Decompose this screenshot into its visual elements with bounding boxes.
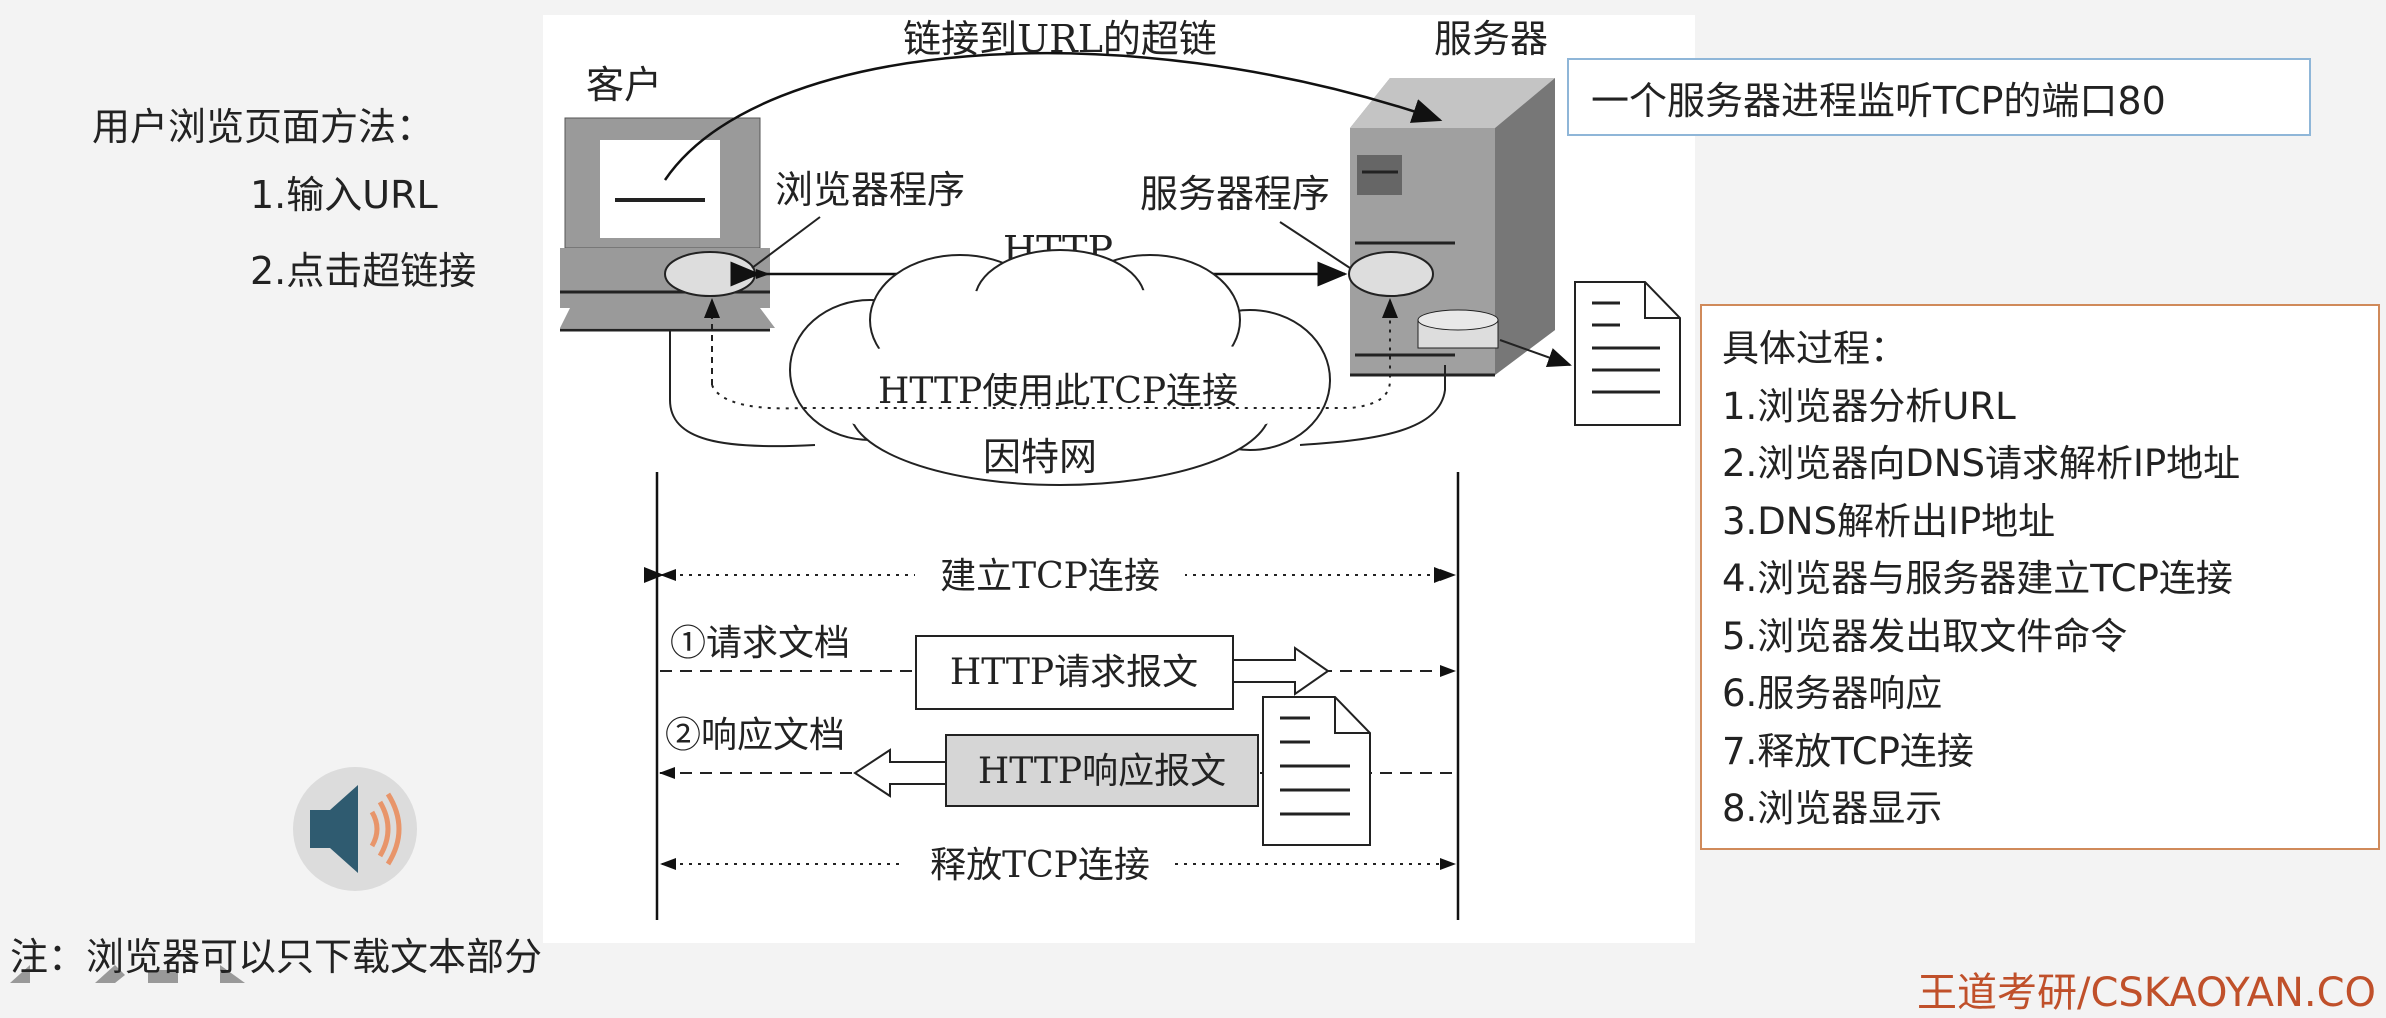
process-step: 8.浏览器显示: [1722, 787, 1943, 830]
server-label: 服务器: [1434, 17, 1548, 61]
release-tcp-label: 释放TCP连接: [930, 845, 1150, 886]
process-step: 5.浏览器发出取文件命令: [1722, 614, 2128, 658]
server-note-box: 一个服务器进程监听TCP的端口80: [1567, 58, 2311, 136]
server-note-text: 一个服务器进程监听TCP的端口80: [1591, 78, 2166, 123]
hyperlink-label: 链接到URL的超链: [903, 17, 1217, 61]
server-tower-icon: [1348, 78, 1555, 377]
response-msg-label: HTTP响应报文: [978, 751, 1226, 792]
response-doc-label: ②响应文档: [665, 715, 845, 756]
request-msg-label: HTTP请求报文: [950, 652, 1198, 693]
process-step: 2.浏览器向DNS请求解析IP地址: [1722, 442, 2241, 485]
client-computer-icon: [560, 117, 775, 332]
establish-tcp-label: 建立TCP连接: [940, 556, 1160, 597]
server-program-label: 服务器程序: [1140, 172, 1330, 216]
footnote: 注：浏览器可以只下载文本部分: [10, 935, 543, 979]
client-label: 客户: [586, 63, 662, 107]
speaker-icon[interactable]: [293, 767, 417, 891]
internet-label: 因特网: [983, 435, 1097, 479]
watermark: 王道考研/CSKAOYAN.CO: [1917, 970, 2377, 1016]
process-step: 4.浏览器与服务器建立TCP连接: [1722, 557, 2233, 600]
process-step: 6.服务器响应: [1722, 672, 1943, 715]
process-title: 具体过程：: [1722, 327, 1907, 370]
process-step: 1.浏览器分析URL: [1722, 384, 2016, 428]
request-doc-label: ①请求文档: [670, 623, 850, 664]
response-document-icon: [1262, 696, 1371, 846]
process-step: 7.释放TCP连接: [1722, 729, 1974, 773]
document-icon: [1574, 281, 1681, 426]
tcp-usage-label: HTTP使用此TCP连接: [878, 371, 1238, 412]
process-step: 3.DNS解析出IP地址: [1722, 499, 2056, 543]
process-box: 具体过程： 1.浏览器分析URL 2.浏览器向DNS请求解析IP地址 3.DNS…: [1700, 304, 2380, 850]
browser-program-label: 浏览器程序: [775, 168, 965, 212]
